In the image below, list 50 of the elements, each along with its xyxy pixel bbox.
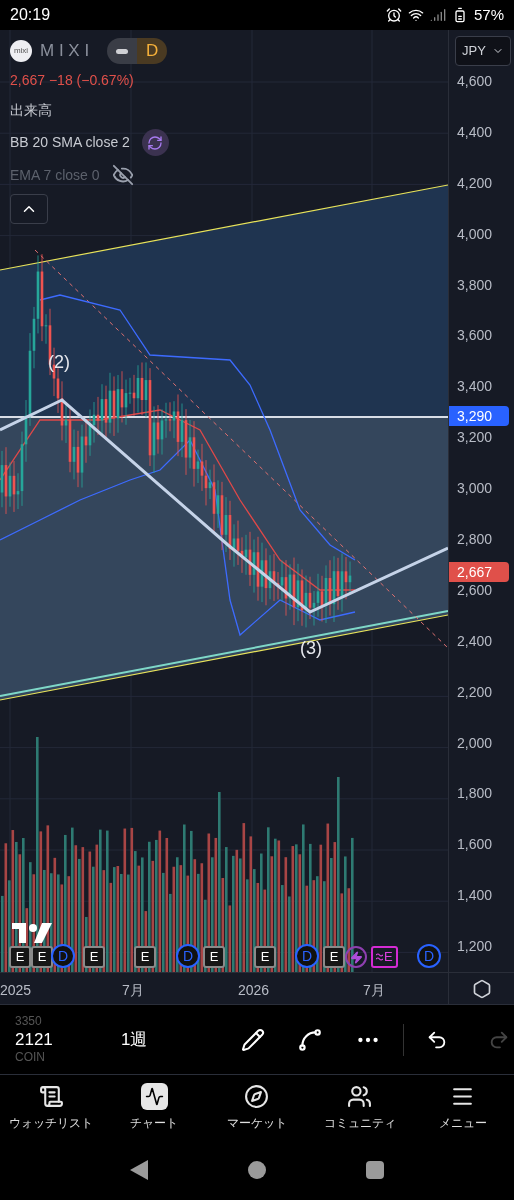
interval-label: D	[137, 38, 168, 64]
axis-label: 3,000	[457, 479, 493, 499]
symbol-name[interactable]: M I X I	[40, 38, 90, 64]
nav-tab[interactable]: メニュー	[414, 1083, 511, 1132]
time-axis-label: 2025	[0, 981, 32, 1000]
axis-label: 2,800	[457, 529, 493, 549]
price-badge: 3,290	[449, 406, 509, 426]
nav-tab[interactable]: チャート	[106, 1083, 203, 1132]
axis-label: 4,200	[457, 173, 493, 193]
earnings-marker[interactable]: E	[203, 946, 225, 968]
earnings-marker[interactable]: E	[254, 946, 276, 968]
axis-label: 4,400	[457, 122, 493, 142]
earnings-marker[interactable]: E	[9, 946, 31, 968]
indicator-label[interactable]: BB 20 SMA close 2	[10, 132, 130, 153]
axis-label: 2,200	[457, 682, 493, 702]
symbol-logo: mixi	[10, 40, 32, 62]
axis-label: 4,000	[457, 224, 493, 244]
axis-label: 3,400	[457, 377, 493, 397]
axis-label: 1,600	[457, 835, 493, 855]
axis-label: 4,600	[457, 71, 493, 91]
earnings-marker[interactable]: E	[83, 946, 105, 968]
nav-tab[interactable]: マーケット	[209, 1083, 305, 1132]
picker-item[interactable]: 2121	[15, 1028, 115, 1051]
axis-label: 2,400	[457, 631, 493, 651]
price-change: 2,667 −18 (−0.67%)	[10, 71, 135, 90]
clock-time: 20:19	[10, 5, 51, 25]
battery-level: 57%	[473, 4, 504, 25]
axis-label: 1,800	[457, 784, 493, 804]
axis-label: 3,800	[457, 275, 493, 295]
nav-tab[interactable]: ウォッチリスト	[3, 1083, 100, 1132]
price-badge: 2,667	[449, 562, 509, 582]
axis-label: 2,000	[457, 733, 493, 753]
axis-label: 3,600	[457, 326, 493, 346]
axis-label: 1,400	[457, 886, 493, 906]
wave-label: (3)	[300, 638, 322, 658]
upcoming-earnings-marker[interactable]: E	[371, 946, 398, 968]
indicator-label[interactable]: 出来高	[10, 99, 52, 121]
earnings-marker[interactable]: E	[31, 946, 53, 968]
axis-label: 2,600	[457, 580, 493, 600]
currency-dropdown[interactable]: JPY	[455, 36, 511, 66]
axis-label: 1,200	[457, 937, 493, 957]
earnings-marker[interactable]: E	[323, 946, 345, 968]
axis-label: 3,200	[457, 428, 493, 448]
nav-tab[interactable]: コミュニティ	[311, 1083, 408, 1132]
interval-button[interactable]: 1週	[121, 1026, 221, 1053]
time-axis-label: 7月	[122, 981, 144, 1000]
dividend-marker[interactable]: D	[417, 944, 441, 968]
earnings-marker[interactable]: E	[134, 946, 156, 968]
time-axis-label: 7月	[363, 981, 385, 1000]
time-axis-label: 2026	[238, 981, 270, 1000]
